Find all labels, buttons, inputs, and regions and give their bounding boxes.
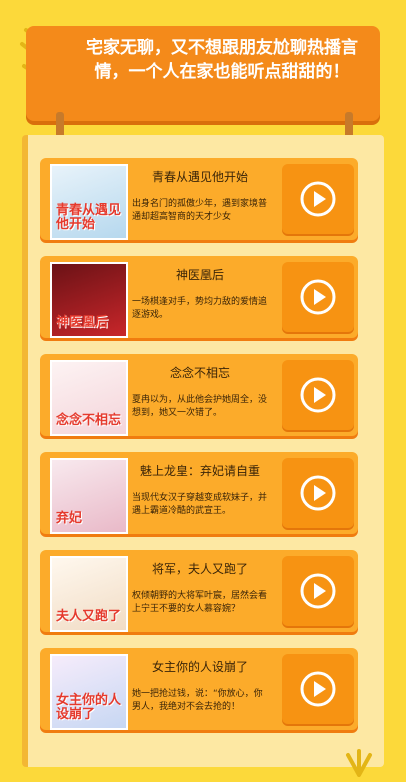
play-button[interactable] <box>282 458 354 528</box>
book-title: 念念不相忘 <box>169 366 230 380</box>
book-description: 出身名门的孤傲少年，遇到家境普通却超高智商的天才少女 <box>132 199 268 222</box>
book-cover[interactable]: 夫人又跑了 <box>50 556 128 632</box>
book-title: 将军，夫人又跑了 <box>151 562 248 576</box>
book-description: 她一把抢过钱，说：“你放心，你男人，我绝对不会去抢的！ <box>132 689 263 712</box>
book-title: 女主你的人设崩了 <box>151 660 248 674</box>
book-card[interactable]: 青春从遇见他开始 青春从遇见他开始 出身名门的孤傲少年，遇到家境普通却超高智商的… <box>40 158 358 240</box>
book-description: 当现代女汉子穿越变成软妹子，并遇上霸道冷酷的武宣王。 <box>132 493 268 516</box>
cover-caption: 弃妃 <box>56 511 83 526</box>
book-card[interactable]: 夫人又跑了 将军，夫人又跑了 权倾朝野的大将军叶宸，居然会看上宁王不要的女人慕容… <box>40 550 358 632</box>
book-cover[interactable]: 神医凰后 <box>50 262 128 338</box>
play-button[interactable] <box>282 556 354 626</box>
play-icon <box>300 671 336 707</box>
play-icon <box>300 377 336 413</box>
cover-caption: 青春从遇见他开始 <box>56 203 122 232</box>
cover-caption: 夫人又跑了 <box>56 609 122 624</box>
book-cover[interactable]: 念念不相忘 <box>50 360 128 436</box>
book-description: 一场棋逢对手，势均力敌的爱情追逐游戏。 <box>132 297 268 320</box>
book-cover[interactable]: 青春从遇见他开始 <box>50 164 128 240</box>
book-title: 神医凰后 <box>175 268 224 282</box>
play-icon <box>300 279 336 315</box>
book-cover[interactable]: 弃妃 <box>50 458 128 534</box>
book-card[interactable]: 女主你的人设崩了 女主你的人设崩了 她一把抢过钱，说：“你放心，你男人，我绝对不… <box>40 648 358 730</box>
play-button[interactable] <box>282 262 354 332</box>
book-title: 青春从遇见他开始 <box>151 170 248 184</box>
cover-caption: 念念不相忘 <box>56 413 122 428</box>
play-button[interactable] <box>282 164 354 234</box>
play-icon <box>300 475 336 511</box>
play-button[interactable] <box>282 654 354 724</box>
book-description: 夏冉以为，从此他会护她周全，没想到，她又一次错了。 <box>132 395 268 418</box>
book-card[interactable]: 弃妃 魅上龙皇：弃妃请自重 当现代女汉子穿越变成软妹子，并遇上霸道冷酷的武宣王。 <box>40 452 358 534</box>
cover-caption: 神医凰后 <box>56 315 109 330</box>
book-card[interactable]: 念念不相忘 念念不相忘 夏冉以为，从此他会护她周全，没想到，她又一次错了。 <box>40 354 358 436</box>
book-title: 魅上龙皇：弃妃请自重 <box>139 464 260 478</box>
play-button[interactable] <box>282 360 354 430</box>
banner-text: 宅家无聊，又不想跟朋友尬聊热播言情，一个人在家也能听点甜甜的！ <box>86 38 358 82</box>
book-description: 权倾朝野的大将军叶宸，居然会看上宁王不要的女人慕容婉？ <box>132 591 268 614</box>
book-cover[interactable]: 女主你的人设崩了 <box>50 654 128 730</box>
play-icon <box>300 573 336 609</box>
cover-caption: 女主你的人设崩了 <box>56 693 122 722</box>
leaf-decoration-icon <box>346 749 372 777</box>
book-card[interactable]: 神医凰后 神医凰后 一场棋逢对手，势均力敌的爱情追逐游戏。 <box>40 256 358 338</box>
play-icon <box>300 181 336 217</box>
